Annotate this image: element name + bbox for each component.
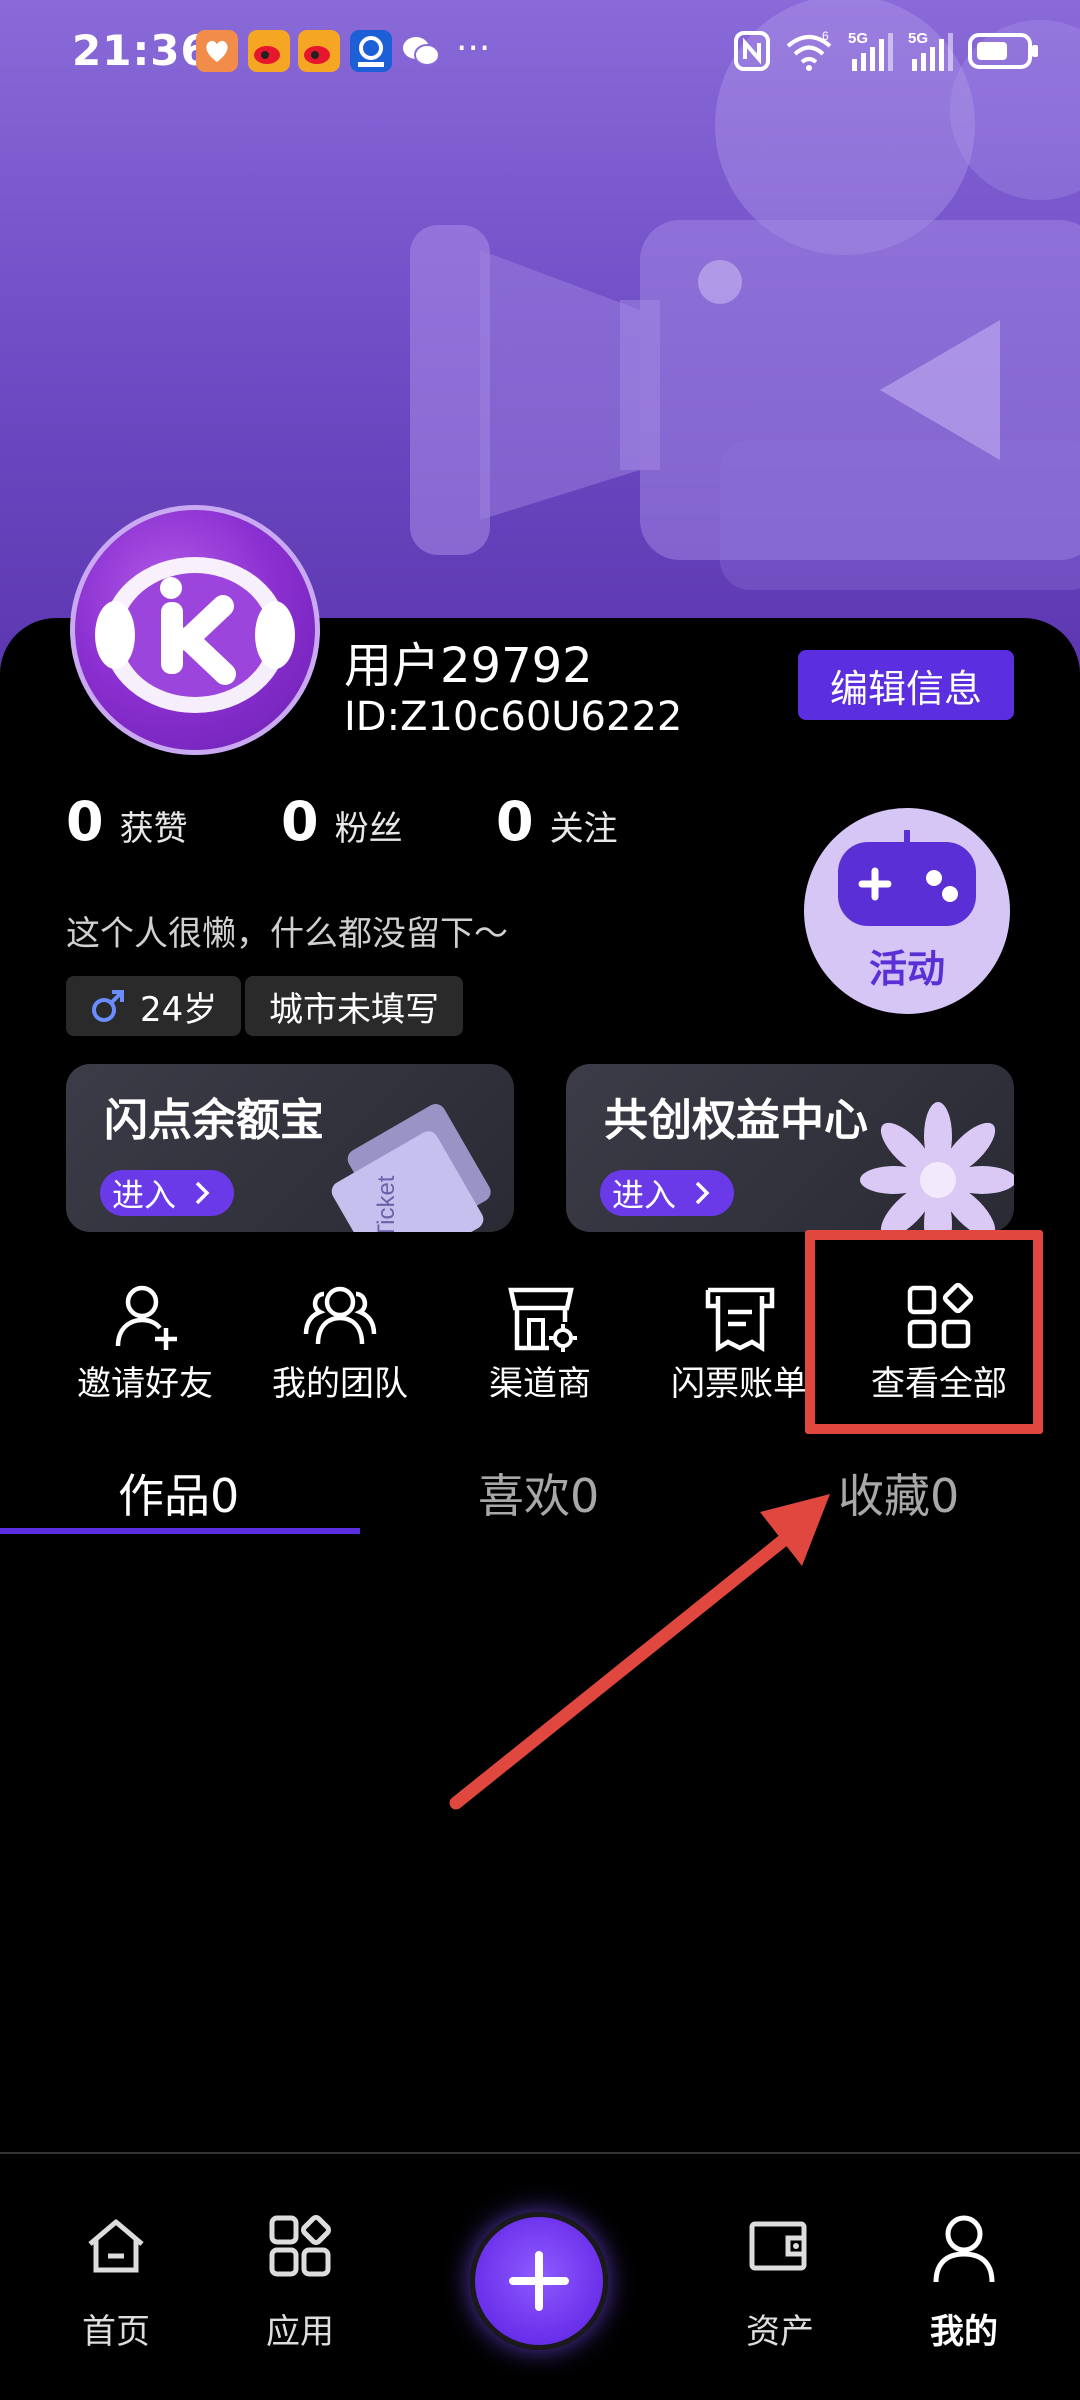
plus-icon	[509, 2251, 569, 2311]
nav-mine[interactable]: 我的	[894, 2214, 1034, 2364]
apps-icon	[269, 2215, 331, 2277]
wallet-icon	[749, 2221, 807, 2271]
nav-assets[interactable]: 资产	[710, 2214, 850, 2364]
nav-home[interactable]: 首页	[46, 2214, 186, 2364]
bottom-navigation: 首页 应用 资产 我的	[0, 2152, 1080, 2400]
nav-label: 我的	[930, 2312, 998, 2352]
home-icon	[88, 2219, 144, 2273]
nav-label: 资产	[746, 2312, 814, 2352]
nav-label: 应用	[266, 2312, 334, 2352]
nav-label: 首页	[82, 2312, 150, 2352]
create-post-button[interactable]	[470, 2212, 608, 2350]
nav-apps[interactable]: 应用	[230, 2214, 370, 2364]
user-icon	[933, 2215, 995, 2283]
annotation-arrow	[449, 1494, 830, 1810]
